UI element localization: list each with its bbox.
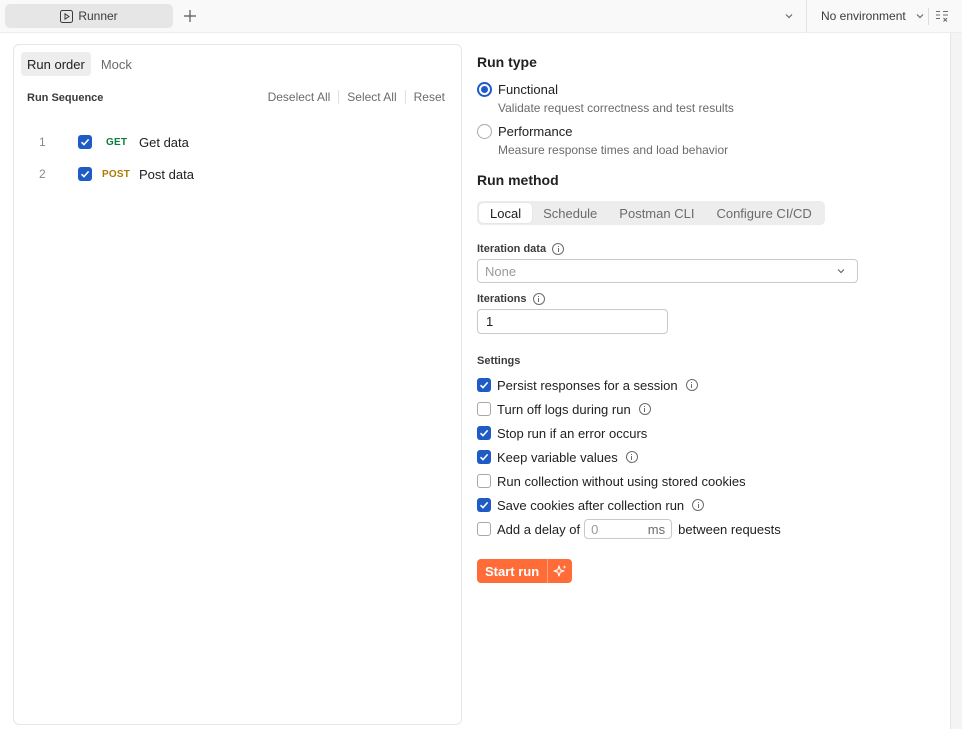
request-index: 1: [39, 135, 46, 149]
chevron-down-icon: [837, 269, 845, 274]
runner-icon: [60, 9, 74, 23]
tab-postman-cli[interactable]: Postman CLI: [608, 203, 705, 223]
setting-keep-variable-values[interactable]: Keep variable values: [477, 448, 638, 466]
info-icon[interactable]: [532, 293, 545, 305]
setting-label: Save cookies after collection run: [497, 497, 685, 513]
chevron-down-icon: [916, 14, 924, 19]
delay-label-before: Add a delay of: [497, 521, 581, 537]
run-method-tabs: Local Schedule Postman CLI Configure CI/…: [477, 201, 825, 225]
sparkle-icon[interactable]: [547, 559, 572, 583]
tab-configure-ci-cd[interactable]: Configure CI/CD: [705, 203, 822, 223]
delay-unit: ms: [647, 521, 666, 537]
request-checkbox[interactable]: [78, 167, 92, 181]
persist-responses-checkbox[interactable]: [477, 378, 491, 392]
reset-button[interactable]: Reset: [414, 90, 445, 104]
start-run-label[interactable]: Start run: [477, 559, 547, 583]
deselect-all-button[interactable]: Deselect All: [268, 90, 331, 104]
run-type-title: Run type: [477, 54, 537, 70]
tab-run-order[interactable]: Run order: [21, 52, 91, 76]
settings-title: Settings: [477, 355, 521, 367]
setting-label: Turn off logs during run: [497, 401, 631, 417]
request-delay-checkbox[interactable]: [477, 522, 491, 536]
environment-quick-look-icon[interactable]: [935, 9, 949, 23]
sequence-actions: Deselect All Select All Reset: [268, 90, 445, 104]
no-stored-cookies-checkbox[interactable]: [477, 474, 491, 488]
request-row[interactable]: 2 POST Post data: [14, 162, 461, 186]
iterations-label-text: Iterations: [477, 293, 527, 305]
environment-selector[interactable]: No environment: [821, 9, 926, 23]
setting-label: Persist responses for a session: [497, 377, 678, 393]
functional-description: Validate request correctness and test re…: [498, 101, 734, 115]
top-bar: Runner No environment: [0, 0, 962, 33]
delay-value: 0: [591, 521, 599, 537]
info-icon[interactable]: [638, 403, 651, 415]
turn-off-logs-checkbox[interactable]: [477, 402, 491, 416]
performance-label[interactable]: Performance: [498, 124, 572, 139]
tab-mock[interactable]: Mock: [95, 52, 138, 76]
plus-icon: [184, 10, 196, 22]
divider: [338, 90, 340, 104]
run-order-tabs: Run order Mock: [21, 52, 138, 76]
request-row[interactable]: 1 GET Get data: [14, 130, 461, 154]
tab-schedule[interactable]: Schedule: [532, 203, 608, 223]
delay-input[interactable]: 0 ms: [584, 519, 673, 539]
tab-local[interactable]: Local: [479, 203, 533, 223]
setting-request-delay[interactable]: Add a delay of 0 ms between requests: [477, 519, 781, 539]
setting-no-stored-cookies[interactable]: Run collection without using stored cook…: [477, 472, 746, 490]
method-badge: POST: [102, 168, 131, 180]
divider: [806, 0, 807, 33]
tabs-menu-chevron-icon[interactable]: [782, 9, 796, 23]
stop-on-error-checkbox[interactable]: [477, 426, 491, 440]
request-index: 2: [39, 167, 46, 181]
new-tab-button[interactable]: [181, 7, 199, 25]
method-badge: GET: [106, 136, 128, 148]
performance-description: Measure response times and load behavior: [498, 143, 729, 157]
select-all-button[interactable]: Select All: [347, 90, 396, 104]
setting-stop-on-error[interactable]: Stop run if an error occurs: [477, 424, 647, 442]
setting-label: Keep variable values: [497, 449, 618, 465]
start-run-button[interactable]: Start run: [477, 559, 573, 583]
info-icon[interactable]: [625, 451, 638, 463]
environment-label: No environment: [821, 9, 906, 23]
iteration-data-select[interactable]: None: [477, 259, 858, 283]
info-icon[interactable]: [552, 243, 565, 255]
iterations-input[interactable]: 1: [477, 309, 668, 334]
keep-variable-values-checkbox[interactable]: [477, 450, 491, 464]
save-cookies-checkbox[interactable]: [477, 498, 491, 512]
iteration-data-label-text: Iteration data: [477, 243, 547, 255]
info-icon[interactable]: [685, 379, 698, 391]
run-order-panel: Run order Mock Run Sequence Deselect All…: [13, 44, 462, 725]
functional-radio[interactable]: [477, 82, 492, 97]
setting-persist-responses[interactable]: Persist responses for a session: [477, 376, 698, 394]
run-sequence-title: Run Sequence: [27, 92, 104, 104]
setting-save-cookies[interactable]: Save cookies after collection run: [477, 496, 705, 514]
runner-tab[interactable]: Runner: [5, 4, 173, 28]
iteration-data-label: Iteration data: [477, 243, 565, 255]
iterations-label: Iterations: [477, 293, 545, 305]
request-checkbox[interactable]: [78, 135, 92, 149]
runner-tab-label: Runner: [78, 9, 118, 23]
performance-radio[interactable]: [477, 124, 492, 139]
request-name: Post data: [139, 166, 194, 182]
divider: [404, 90, 406, 104]
request-name: Get data: [139, 134, 189, 150]
setting-label: Stop run if an error occurs: [497, 425, 648, 441]
delay-label-after: between requests: [678, 521, 781, 537]
info-icon[interactable]: [692, 499, 705, 511]
run-method-title: Run method: [477, 172, 559, 188]
functional-label[interactable]: Functional: [498, 82, 558, 97]
setting-label: Run collection without using stored cook…: [497, 473, 746, 489]
iteration-data-placeholder: None: [485, 263, 517, 279]
right-sidebar-edge: [950, 33, 962, 729]
setting-turn-off-logs[interactable]: Turn off logs during run: [477, 400, 651, 418]
divider: [928, 8, 929, 25]
